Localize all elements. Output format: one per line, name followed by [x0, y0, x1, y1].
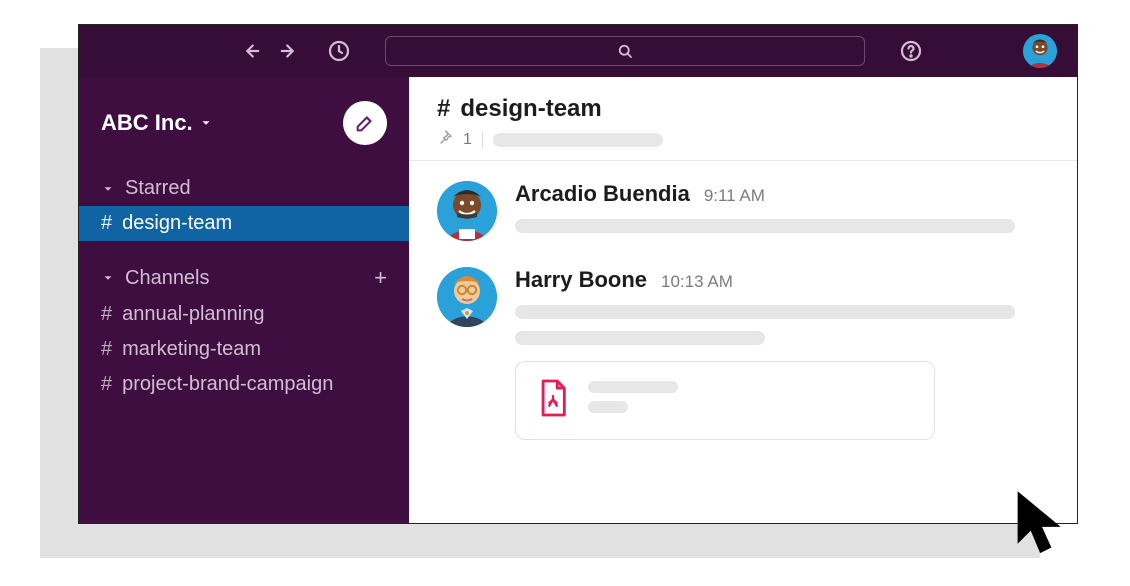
sidebar: ABC Inc. Starred # design-team Chan	[79, 77, 409, 523]
attachment-name-placeholder	[588, 381, 678, 393]
help-button[interactable]	[899, 39, 923, 63]
message-author[interactable]: Arcadio Buendia	[515, 181, 690, 207]
hash-icon: #	[101, 373, 112, 396]
hash-icon: #	[101, 212, 112, 235]
caret-down-icon	[101, 182, 115, 196]
message[interactable]: Arcadio Buendia 9:11 AM	[437, 181, 1049, 241]
message-text-placeholder	[515, 219, 1015, 233]
search-input[interactable]	[385, 36, 865, 66]
channel-label: annual-planning	[122, 303, 264, 326]
section-channels-header[interactable]: Channels +	[79, 255, 409, 297]
workspace-switcher[interactable]: ABC Inc.	[101, 110, 213, 136]
app-window: ABC Inc. Starred # design-team Chan	[78, 24, 1078, 524]
file-attachment[interactable]	[515, 361, 935, 440]
history-button[interactable]	[327, 39, 351, 63]
message-time: 9:11 AM	[704, 186, 765, 206]
divider	[482, 131, 483, 149]
avatar[interactable]	[437, 181, 497, 241]
channel-item-design-team[interactable]: # design-team	[79, 206, 409, 241]
message-text-placeholder	[515, 305, 1015, 319]
mouse-cursor-icon	[1012, 487, 1072, 568]
hash-icon: #	[101, 338, 112, 361]
channel-label: marketing-team	[122, 338, 261, 361]
section-label: Channels	[125, 267, 210, 290]
main-pane: # design-team 1	[409, 77, 1077, 523]
hash-icon: #	[437, 95, 450, 123]
add-channel-button[interactable]: +	[374, 265, 387, 291]
pdf-file-icon	[536, 378, 570, 423]
avatar[interactable]	[437, 267, 497, 327]
channel-item-annual-planning[interactable]: # annual-planning	[79, 297, 409, 332]
section-starred-header[interactable]: Starred	[79, 167, 409, 206]
message-text-placeholder	[515, 331, 765, 345]
attachment-meta-placeholder	[588, 401, 628, 413]
compose-icon	[354, 112, 376, 134]
section-label: Starred	[125, 177, 191, 200]
message-list: Arcadio Buendia 9:11 AM	[409, 161, 1077, 523]
message-author[interactable]: Harry Boone	[515, 267, 647, 293]
channel-item-project-brand-campaign[interactable]: # project-brand-campaign	[79, 367, 409, 402]
chevron-down-icon	[199, 116, 213, 130]
hash-icon: #	[101, 303, 112, 326]
current-user-avatar[interactable]	[1023, 34, 1057, 68]
channel-item-marketing-team[interactable]: # marketing-team	[79, 332, 409, 367]
pin-count[interactable]: 1	[463, 131, 472, 149]
topbar	[79, 25, 1077, 77]
back-button[interactable]	[239, 40, 261, 62]
workspace-name: ABC Inc.	[101, 110, 193, 136]
channel-label: design-team	[122, 212, 232, 235]
channel-title-name[interactable]: design-team	[460, 95, 601, 123]
caret-down-icon	[101, 271, 115, 285]
channel-header: # design-team 1	[409, 77, 1077, 161]
message-time: 10:13 AM	[661, 272, 733, 292]
channel-label: project-brand-campaign	[122, 373, 333, 396]
compose-button[interactable]	[343, 101, 387, 145]
channel-topic-placeholder[interactable]	[493, 133, 663, 147]
message[interactable]: Harry Boone 10:13 AM	[437, 267, 1049, 440]
forward-button[interactable]	[279, 40, 301, 62]
pin-icon[interactable]	[437, 129, 453, 150]
